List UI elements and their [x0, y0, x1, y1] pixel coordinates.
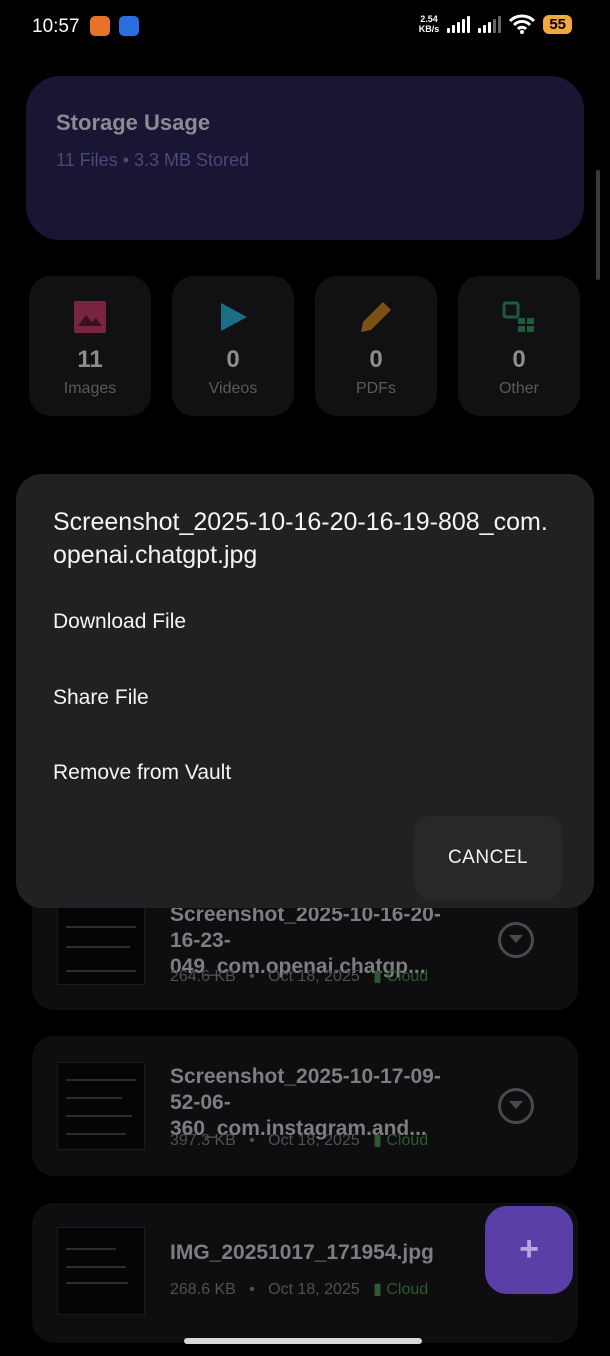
- gesture-navigation-bar[interactable]: [184, 1338, 422, 1344]
- play-icon: [221, 303, 247, 331]
- pencil-icon: [361, 302, 391, 332]
- category-count: 0: [369, 346, 383, 373]
- add-file-button[interactable]: +: [485, 1206, 573, 1294]
- remove-from-vault-option[interactable]: Remove from Vault: [53, 761, 231, 785]
- file-date: Oct 18, 2025: [268, 968, 360, 985]
- file-meta: 264.6 KB • Oct 18, 2025 ▮ Cloud: [170, 966, 428, 986]
- file-size: 397.3 KB: [170, 1132, 236, 1149]
- file-name: IMG_20251017_171954.jpg: [170, 1241, 434, 1264]
- storage-title: Storage Usage: [56, 110, 211, 135]
- meta-separator: •: [249, 1281, 255, 1298]
- file-meta: 397.3 KB • Oct 18, 2025 ▮ Cloud: [170, 1130, 428, 1150]
- file-thumbnail: [57, 897, 145, 985]
- category-label: PDFs: [356, 380, 396, 397]
- category-other[interactable]: 0 Other: [458, 276, 580, 416]
- meta-separator: •: [249, 1132, 255, 1149]
- file-menu-button[interactable]: [498, 922, 534, 958]
- storage-subtitle: 11 Files • 3.3 MB Stored: [56, 150, 250, 170]
- share-file-option[interactable]: Share File: [53, 686, 149, 710]
- cloud-icon: ▮: [373, 1132, 382, 1149]
- download-file-option[interactable]: Download File: [53, 610, 186, 634]
- file-size: 264.6 KB: [170, 968, 236, 985]
- meta-separator: •: [249, 968, 255, 985]
- file-date: Oct 18, 2025: [268, 1281, 360, 1298]
- file-location: Cloud: [386, 1132, 429, 1149]
- file-meta: 268.6 KB • Oct 18, 2025 ▮ Cloud: [170, 1279, 428, 1299]
- file-size: 268.6 KB: [170, 1281, 236, 1298]
- file-options-dialog: Screenshot_2025-10-16-20-16-19-808_com.o…: [16, 474, 594, 908]
- cloud-icon: ▮: [373, 1281, 382, 1298]
- category-count: 0: [226, 346, 240, 373]
- file-thumbnail: [57, 1227, 145, 1315]
- category-images[interactable]: 11 Images: [29, 276, 151, 416]
- dialog-title: Screenshot_2025-10-16-20-16-19-808_com.o…: [53, 508, 548, 569]
- file-menu-button[interactable]: [498, 1088, 534, 1124]
- category-count: 11: [77, 346, 103, 373]
- file-thumbnail: [57, 1062, 145, 1150]
- image-icon: [74, 301, 106, 333]
- category-pdfs[interactable]: 0 PDFs: [315, 276, 437, 416]
- category-label: Images: [63, 380, 117, 397]
- cancel-button[interactable]: CANCEL: [414, 816, 562, 900]
- scrollbar[interactable]: [596, 170, 600, 280]
- category-videos[interactable]: 0 Videos: [172, 276, 294, 416]
- storage-usage-card: Storage Usage 11 Files • 3.3 MB Stored: [26, 76, 584, 240]
- file-location: Cloud: [386, 968, 429, 985]
- category-count: 0: [512, 346, 526, 373]
- file-item[interactable]: Screenshot_2025-10-17-09-52-06-360_com.i…: [32, 1036, 578, 1176]
- file-date: Oct 18, 2025: [268, 1132, 360, 1149]
- other-files-icon: [502, 301, 534, 332]
- file-location: Cloud: [386, 1281, 429, 1298]
- category-label: Videos: [208, 380, 258, 397]
- cloud-icon: ▮: [373, 968, 382, 985]
- category-label: Other: [498, 380, 539, 397]
